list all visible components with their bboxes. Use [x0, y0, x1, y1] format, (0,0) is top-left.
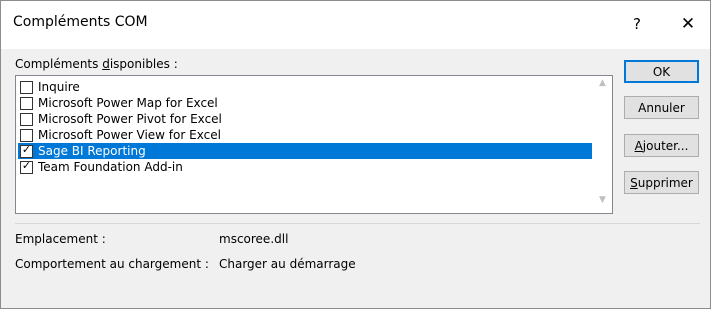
list-item[interactable]: Microsoft Power Map for Excel: [18, 95, 592, 111]
close-button[interactable]: ✕: [673, 11, 703, 37]
list-item-label: Microsoft Power Map for Excel: [38, 96, 218, 110]
chevron-down-icon[interactable]: ▼: [594, 195, 611, 209]
checkmark-icon: ✓: [21, 159, 32, 172]
list-item-label: Inquire: [38, 80, 80, 94]
ok-button[interactable]: OK: [624, 60, 699, 83]
addins-listbox[interactable]: Inquire Microsoft Power Map for Excel Micr…: [15, 75, 613, 214]
list-item[interactable]: ✓ Sage BI Reporting: [18, 143, 592, 159]
title-bar: Compléments COM ? ✕: [1, 1, 710, 49]
addin-checkbox[interactable]: ✓: [20, 159, 33, 174]
help-button[interactable]: ?: [625, 11, 649, 37]
addin-checkbox[interactable]: [20, 129, 33, 142]
chevron-up-icon[interactable]: ▲: [594, 78, 611, 92]
addin-checkbox[interactable]: [20, 97, 33, 110]
list-item[interactable]: Inquire: [18, 79, 592, 95]
list-item-label: Sage BI Reporting: [38, 144, 146, 158]
checkmark-icon: ✓: [21, 143, 32, 156]
dialog-title: Compléments COM: [13, 14, 148, 30]
addin-checkbox[interactable]: ✓: [20, 143, 33, 158]
remove-button[interactable]: Supprimer: [624, 171, 699, 194]
list-item-label: Microsoft Power Pivot for Excel: [38, 112, 222, 126]
addins-list-label: Compléments disponibles :: [15, 57, 178, 71]
load-behavior-value: Charger au démarrage: [219, 257, 356, 271]
list-item[interactable]: ✓ Team Foundation Add-in: [18, 159, 592, 175]
separator: [15, 223, 700, 224]
add-button[interactable]: Ajouter...: [624, 134, 699, 157]
list-item-label: Microsoft Power View for Excel: [38, 128, 221, 142]
location-value: mscoree.dll: [219, 232, 289, 246]
location-label: Emplacement :: [15, 232, 106, 246]
list-item[interactable]: Microsoft Power Pivot for Excel: [18, 111, 592, 127]
load-behavior-label: Comportement au chargement :: [15, 257, 209, 271]
list-item-label: Team Foundation Add-in: [38, 160, 183, 174]
list-item[interactable]: Microsoft Power View for Excel: [18, 127, 592, 143]
com-addins-dialog: Compléments COM ? ✕ Compléments disponib…: [0, 0, 711, 309]
scrollbar[interactable]: ▲ ▼: [594, 76, 611, 213]
addin-checkbox[interactable]: [20, 113, 33, 126]
cancel-button[interactable]: Annuler: [624, 96, 699, 119]
addin-checkbox[interactable]: [20, 81, 33, 94]
